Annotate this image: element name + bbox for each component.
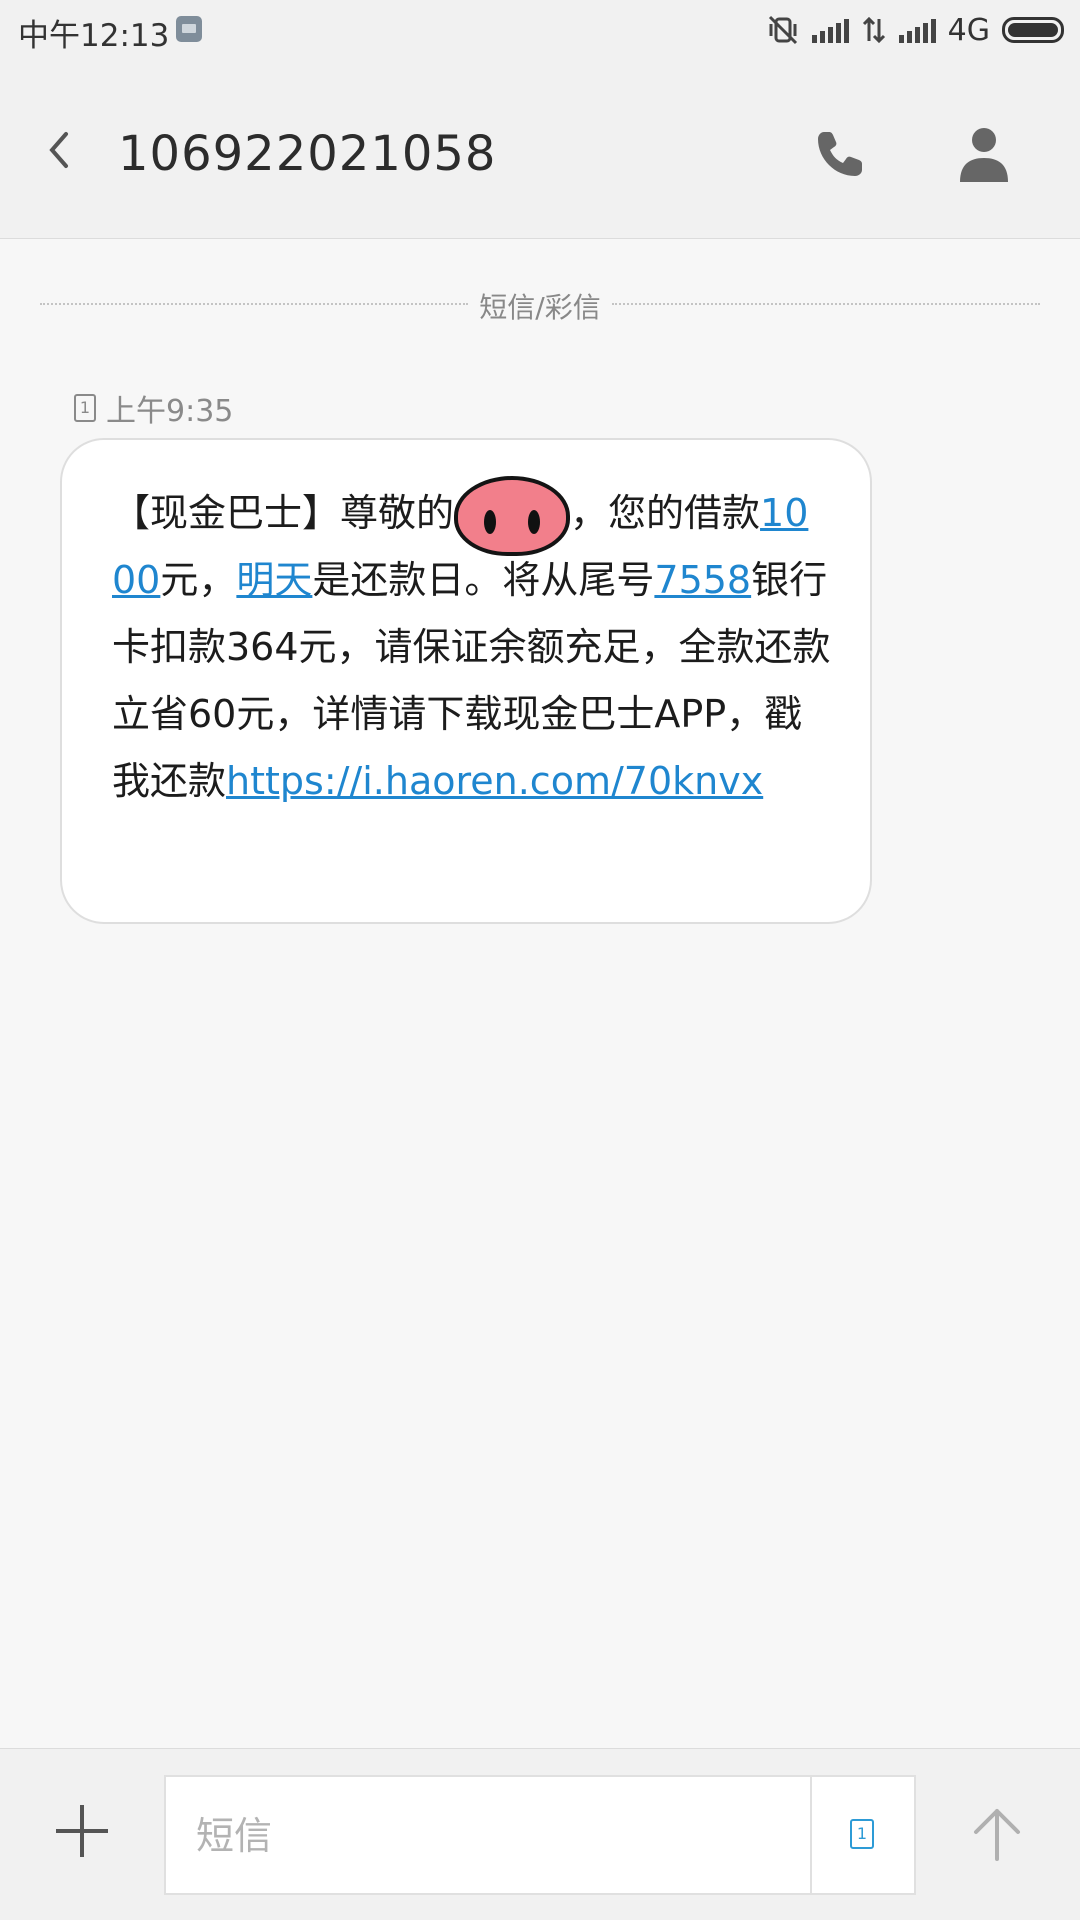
message-timestamp: 1 上午9:35 [74, 390, 233, 429]
sim-card-icon: 1 [74, 394, 96, 422]
status-time: 中午12:13 [18, 18, 170, 54]
plus-icon[interactable] [56, 1805, 108, 1857]
message-input[interactable] [194, 1807, 698, 1865]
sim-switch-button[interactable]: 1 [810, 1777, 914, 1893]
sim-card-icon: 1 [850, 1819, 874, 1849]
top-area: 中午12:13 4G 106922021058 [0, 0, 1080, 239]
vibrate-mute-icon [768, 15, 797, 45]
card-number-link[interactable]: 7558 [654, 558, 751, 602]
send-button[interactable] [966, 1803, 1028, 1865]
message-text: 【现金巴士】尊敬的 ，您的借款1000元，明天是还款日。将从尾号7558银行卡扣款… [112, 476, 832, 815]
chevron-left-icon [49, 132, 68, 168]
status-indicators: 4G [766, 12, 1064, 48]
timestamp-text: 上午9:35 [106, 394, 234, 429]
message-input-box: 1 [164, 1775, 916, 1895]
sms-notification-icon [176, 16, 202, 42]
data-transfer-icon [862, 16, 885, 44]
signal-strength-icon [811, 17, 849, 43]
url-link[interactable]: https://i.haoren.com/70knvx [226, 759, 763, 803]
network-type: 4G [947, 12, 990, 48]
divider-label: 短信/彩信 [479, 291, 601, 324]
status-bar: 中午12:13 4G [0, 0, 1080, 60]
phone-icon [818, 132, 862, 176]
signal-strength-icon-2 [898, 17, 936, 43]
message-bubble[interactable]: 【现金巴士】尊敬的 ，您的借款1000元，明天是还款日。将从尾号7558银行卡扣款… [60, 438, 872, 924]
sender-number: 106922021058 [118, 126, 497, 182]
battery-icon [1002, 17, 1064, 43]
back-button[interactable] [36, 120, 86, 180]
person-icon [960, 128, 1008, 182]
contact-button[interactable] [956, 124, 1012, 184]
message-type-divider: 短信/彩信 [40, 286, 1040, 324]
redaction-sticker [452, 476, 572, 556]
arrow-up-icon [974, 1809, 1020, 1861]
composer-bar: 1 [0, 1748, 1080, 1920]
conversation-header: 106922021058 [0, 60, 1080, 238]
call-button[interactable] [812, 126, 868, 182]
date-link[interactable]: 明天 [236, 558, 312, 602]
sms-thread-screen: 中午12:13 4G 106922021058 短信/彩信 1 上午9:35 【… [0, 0, 1080, 1920]
